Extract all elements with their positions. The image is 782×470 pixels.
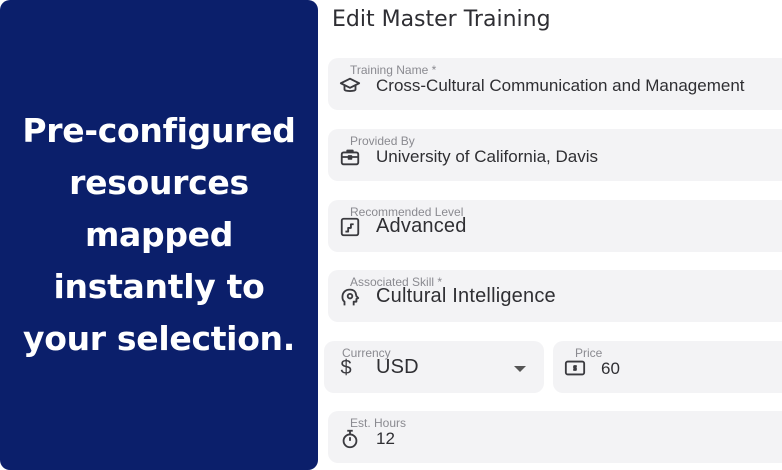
promo-text: Pre-configured resources mapped instantl… <box>22 105 295 365</box>
currency-value[interactable]: USD <box>376 356 419 379</box>
recommended-level-field[interactable]: Recommended Level Advanced <box>328 200 782 252</box>
promo-line: your selection. <box>22 319 295 358</box>
currency-select[interactable]: Currency $ USD <box>324 341 544 393</box>
stairs-icon <box>339 216 361 238</box>
promo-line: Pre-configured <box>22 111 296 150</box>
briefcase-icon <box>339 146 361 168</box>
promo-line: mapped <box>84 215 234 254</box>
brain-head-icon <box>339 287 361 309</box>
page-title: Edit Master Training <box>332 7 551 32</box>
cash-icon <box>564 357 586 379</box>
recommended-level-input[interactable]: Advanced <box>376 215 467 238</box>
edit-training-form: Edit Master Training Training Name * Cro… <box>318 0 782 470</box>
graduation-cap-icon <box>339 75 361 97</box>
provided-by-input[interactable]: University of California, Davis <box>376 147 598 167</box>
promo-panel: Pre-configured resources mapped instantl… <box>0 0 318 470</box>
training-name-field[interactable]: Training Name * Cross-Cultural Communica… <box>328 58 782 110</box>
stopwatch-icon <box>339 428 361 450</box>
est-hours-field[interactable]: Est. Hours 12 <box>328 411 782 463</box>
dollar-icon: $ <box>340 356 352 379</box>
est-hours-input[interactable]: 12 <box>376 429 395 449</box>
training-name-label: Training Name * <box>350 63 437 77</box>
training-name-input[interactable]: Cross-Cultural Communication and Managem… <box>376 76 745 96</box>
associated-skill-field[interactable]: Associated Skill * Cultural Intelligence <box>328 270 782 322</box>
chevron-down-icon[interactable] <box>514 366 526 372</box>
promo-line: resources <box>69 163 249 202</box>
promo-line: instantly to <box>53 267 265 306</box>
price-input[interactable]: 60 <box>601 359 620 379</box>
provided-by-field[interactable]: Provided By University of California, Da… <box>328 129 782 181</box>
price-field[interactable]: Price 60 <box>553 341 782 393</box>
associated-skill-input[interactable]: Cultural Intelligence <box>376 285 556 308</box>
